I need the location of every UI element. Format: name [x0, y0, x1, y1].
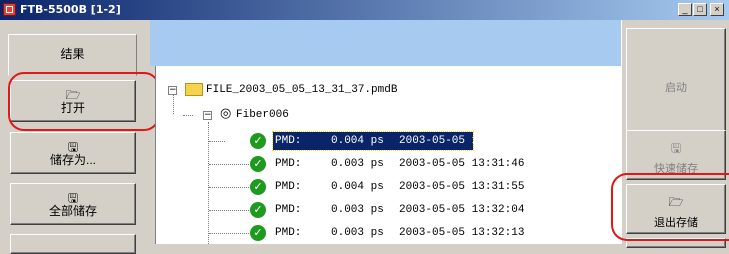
- save-all-button-label: 全部储存: [48, 204, 97, 218]
- tree-row-entry[interactable]: PMD: 0.004 ps 2003-05-05 13:31:55: [273, 178, 524, 196]
- entry-time: 2003-05-05 13:32:13: [399, 227, 525, 239]
- tree-row-entry[interactable]: PMD: 0.003 ps 2003-05-05 13:31:46: [273, 155, 524, 173]
- entry-value: 0.004 ps: [331, 135, 384, 147]
- entry-type: PMD:: [275, 204, 302, 216]
- tree-line: [183, 115, 193, 116]
- check-icon: ✓: [250, 225, 266, 241]
- floppy-disk-icon: 🖫: [670, 141, 682, 155]
- tree-line: [209, 233, 249, 234]
- fiber-coil-icon: ◎: [220, 106, 232, 121]
- floppy-disk-icon: 🖫: [67, 191, 79, 205]
- title-bar: FTB-5500B [1-2] _ □ ×: [0, 0, 729, 20]
- entry-value: 0.003 ps: [331, 158, 384, 170]
- collapse-icon[interactable]: −: [203, 111, 212, 120]
- entry-time: 2003-05-05 13:32:04: [399, 204, 525, 216]
- highlight-oval: [8, 72, 160, 131]
- check-icon: ✓: [250, 133, 266, 149]
- check-icon: ✓: [250, 202, 266, 218]
- fiber-name: Fiber006: [236, 109, 289, 121]
- floppy-disk-icon: 🖫: [67, 140, 79, 154]
- entry-type: PMD:: [275, 158, 302, 170]
- entry-time: 2003-05-05 13:31:38: [399, 135, 525, 147]
- close-button[interactable]: ×: [710, 3, 724, 16]
- file-name: FILE_2003_05_05_13_31_37.pmdB: [206, 84, 398, 96]
- tree-row-entry[interactable]: PMD: 0.003 ps 2003-05-05 13:32:04: [273, 201, 524, 219]
- app-icon: [3, 3, 16, 16]
- header-bar: [150, 20, 621, 66]
- tree-line: [173, 92, 174, 114]
- tree-line: [209, 164, 249, 165]
- tree-line: [209, 187, 249, 188]
- entry-time: 2003-05-05 13:31:46: [399, 158, 525, 170]
- save-as-button-label: 储存为...: [49, 153, 96, 167]
- entry-value: 0.003 ps: [331, 204, 384, 216]
- entry-value: 0.003 ps: [331, 227, 384, 239]
- tree-line: [209, 141, 225, 142]
- maximize-button[interactable]: □: [693, 3, 707, 16]
- collapse-icon[interactable]: −: [168, 86, 177, 95]
- save-as-button[interactable]: 🖫 储存为...: [10, 132, 136, 174]
- entry-type: PMD:: [275, 135, 302, 147]
- tree-line: [209, 210, 249, 211]
- more-button[interactable]: [10, 234, 136, 254]
- folder-icon: [185, 83, 203, 96]
- minimize-button[interactable]: _: [678, 3, 692, 16]
- tree-row-entry-selected[interactable]: PMD: 0.004 ps 2003-05-05 13:31:38: [272, 131, 524, 151]
- entry-time: 2003-05-05 13:31:55: [399, 181, 525, 193]
- entry-type: PMD:: [275, 181, 302, 193]
- highlight-oval: [611, 173, 729, 241]
- tab-results[interactable]: 结果: [8, 34, 137, 76]
- entry-type: PMD:: [275, 227, 302, 239]
- tree-row-entry[interactable]: PMD: 0.003 ps 2003-05-05 13:32:13: [273, 224, 524, 242]
- start-button[interactable]: 启动: [626, 28, 726, 140]
- left-panel: 结果 🗁 打开 🖫 储存为... 🖫 全部储存: [0, 20, 155, 254]
- check-icon: ✓: [250, 156, 266, 172]
- check-icon: ✓: [250, 179, 266, 195]
- window-title: FTB-5500B [1-2]: [20, 3, 121, 16]
- file-tree[interactable]: − FILE_2003_05_05_13_31_37.pmdB − ◎ Fibe…: [155, 66, 622, 244]
- save-all-button[interactable]: 🖫 全部储存: [10, 183, 136, 225]
- entry-value: 0.004 ps: [331, 181, 384, 193]
